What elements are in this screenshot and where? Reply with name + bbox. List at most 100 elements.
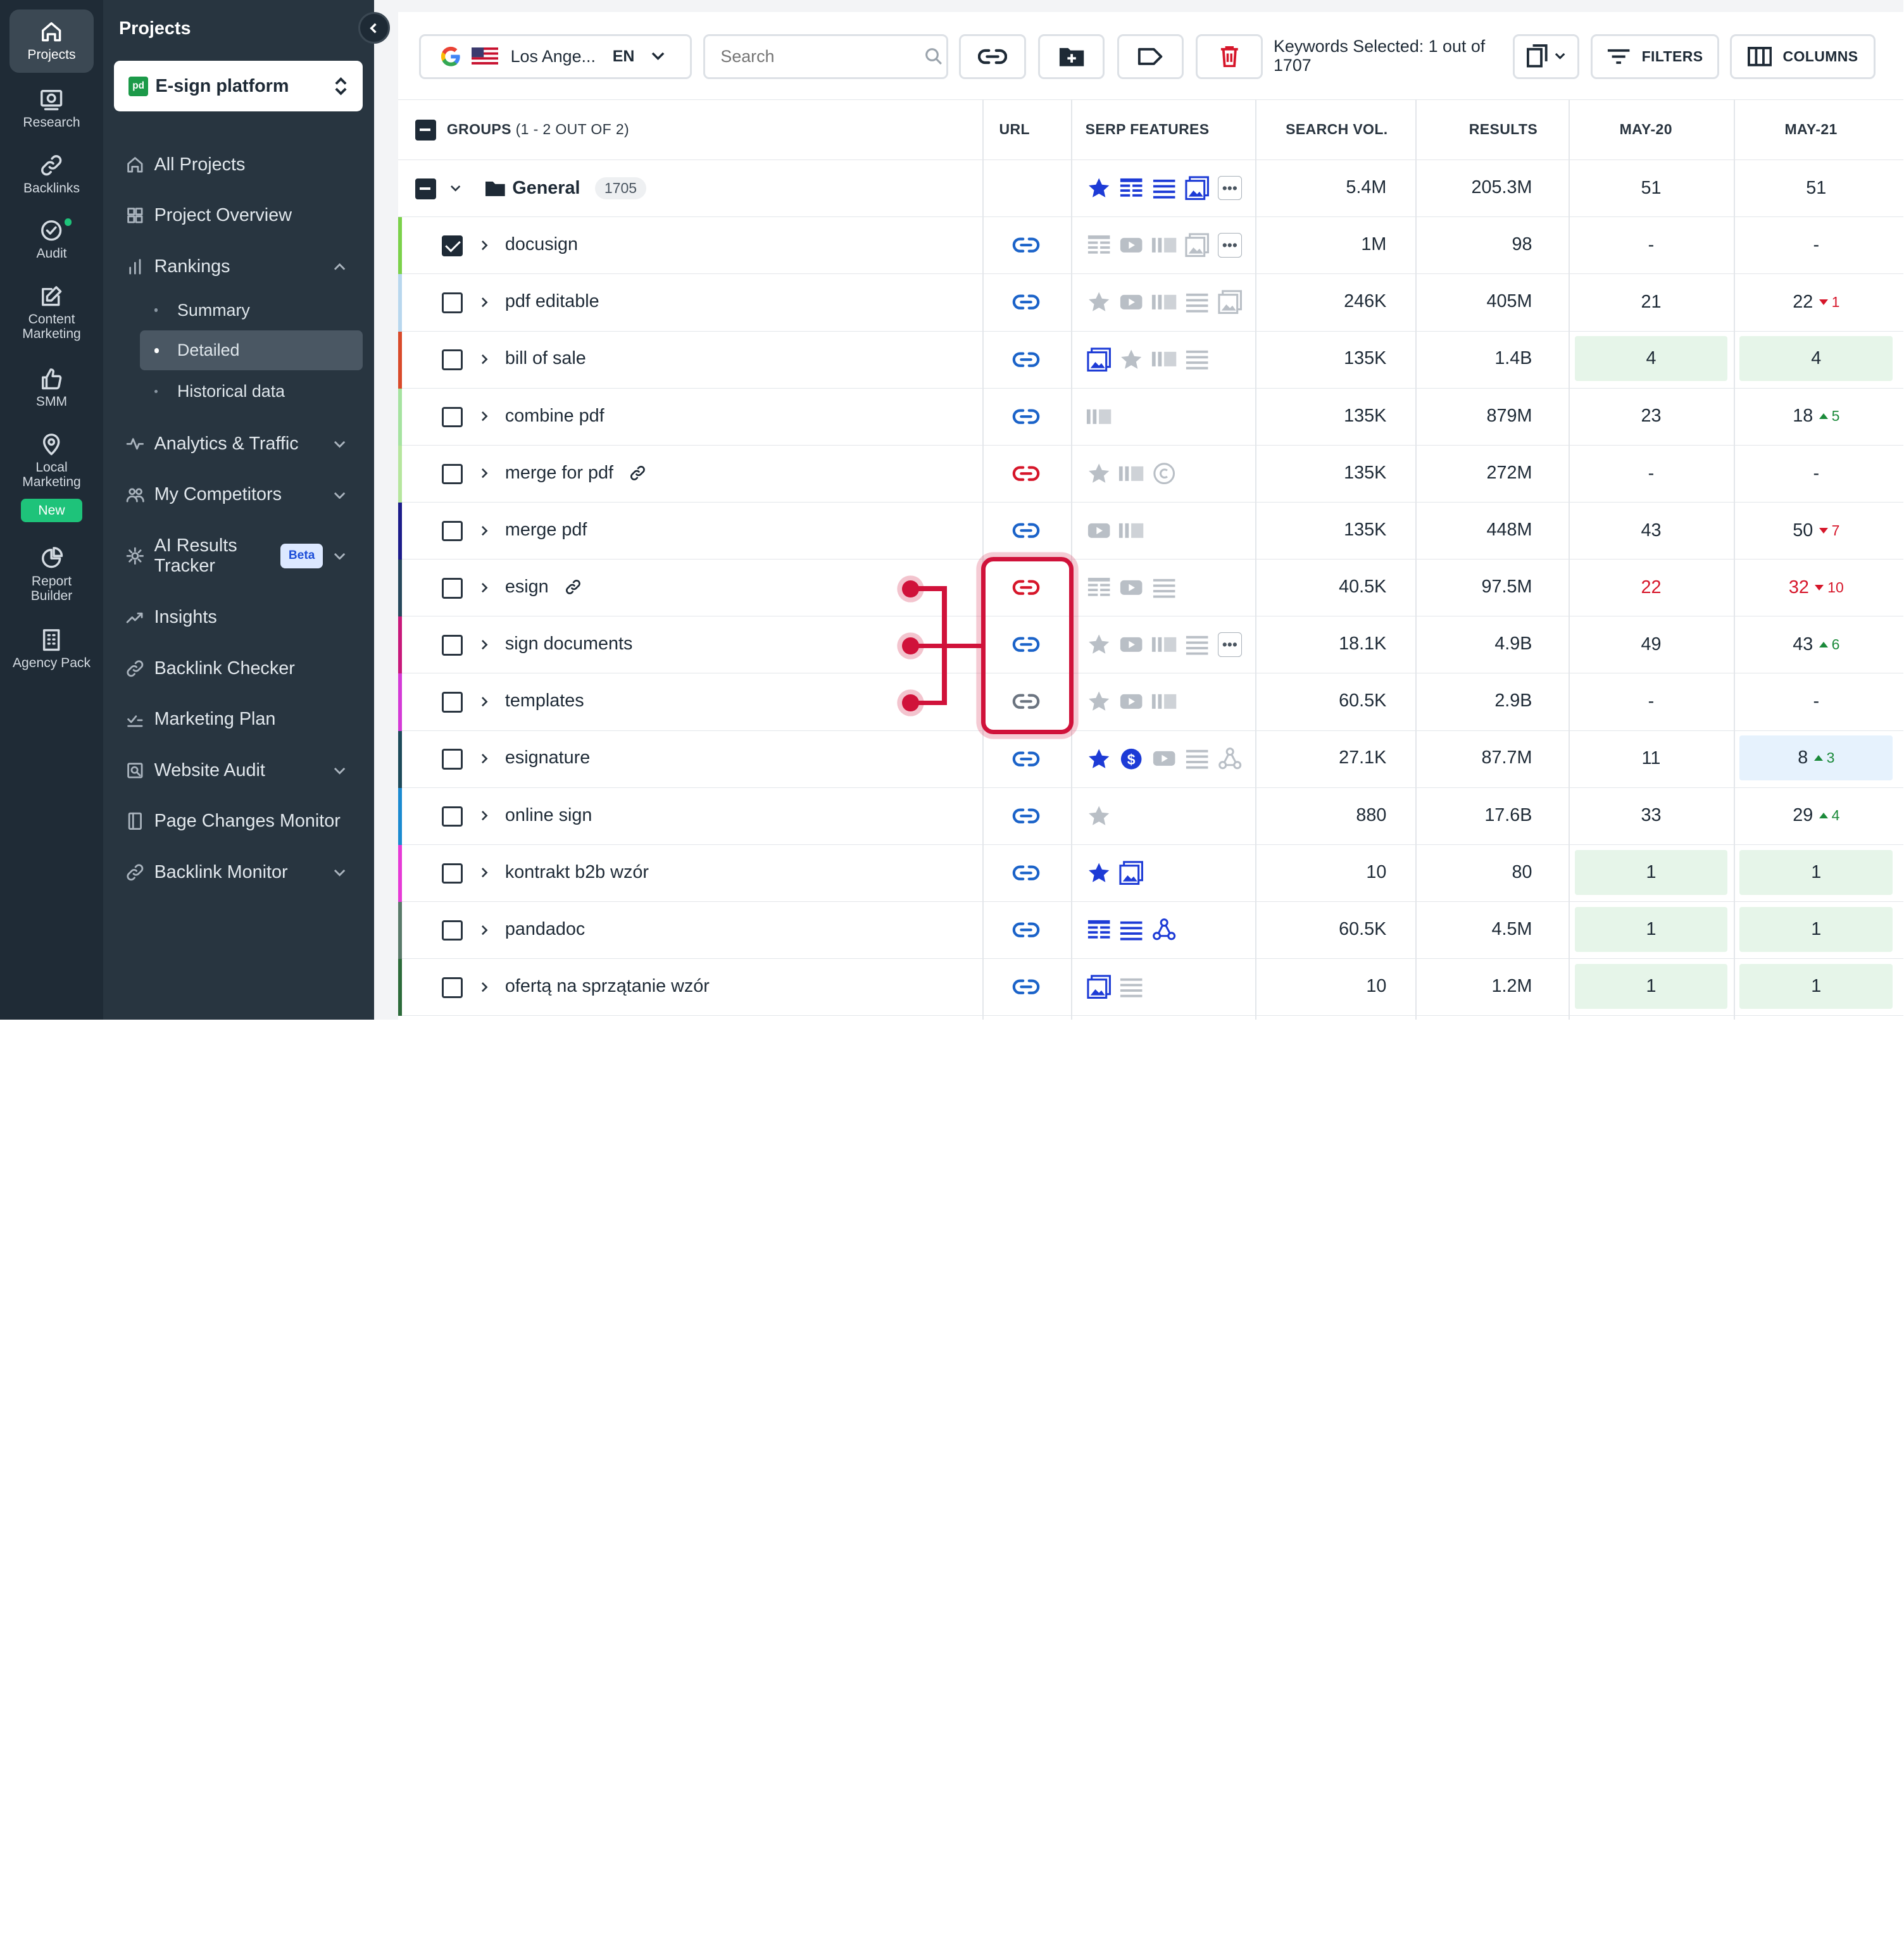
keyword-cell[interactable]: templates (505, 691, 584, 711)
ranking-url-link-icon[interactable] (1012, 518, 1041, 542)
ranking-url-link-icon[interactable] (1012, 290, 1041, 314)
rail-item-smm[interactable]: SMM (9, 357, 93, 413)
rail-item-projects[interactable]: Projects (9, 9, 94, 73)
sidebar-item-page-changes-monitor[interactable]: Page Changes Monitor (125, 811, 341, 832)
ranking-url-link-icon[interactable] (1012, 575, 1041, 599)
table-row[interactable]: templates 60.5K 2.9B - - (398, 673, 1904, 731)
sidebar-item-insights[interactable]: Insights (125, 607, 217, 628)
keyword-cell[interactable]: sign documents (505, 634, 632, 654)
table-row[interactable]: ofertą na sprzątanie wzór 10 1.2M 1 1 (398, 959, 1904, 1016)
keyword-cell[interactable]: bill of sale (505, 348, 586, 369)
chevron-right-icon[interactable] (479, 348, 491, 370)
chevron-right-icon[interactable] (479, 234, 491, 256)
row-checkbox[interactable] (442, 349, 463, 370)
sidebar-item-project-overview[interactable]: Project Overview (125, 205, 292, 226)
header-results[interactable]: RESULTS (1469, 121, 1538, 138)
sidebar-item-analytics-traffic[interactable]: Analytics & Traffic (125, 434, 299, 454)
row-checkbox[interactable] (442, 977, 463, 998)
keyword-cell[interactable]: esignature (505, 747, 590, 768)
chevron-down-icon[interactable] (334, 441, 346, 448)
row-checkbox[interactable] (442, 692, 463, 713)
keyword-cell[interactable]: pdf editable (505, 291, 599, 312)
keyword-cell[interactable]: esign (505, 577, 582, 597)
keyword-cell[interactable]: combine pdf (505, 406, 604, 427)
sidebar-item-rankings[interactable]: Rankings (125, 256, 230, 277)
row-checkbox[interactable] (442, 235, 463, 256)
chevron-right-icon[interactable] (479, 577, 491, 599)
row-checkbox[interactable] (442, 463, 463, 485)
row-checkbox[interactable] (442, 577, 463, 599)
subnav-summary[interactable]: Summary (140, 290, 363, 330)
table-row[interactable]: merge pdf 135K 448M 43 50 7 (398, 503, 1904, 560)
rail-item-content-marketing[interactable]: Content Marketing (9, 274, 93, 344)
chevron-right-icon[interactable] (479, 520, 491, 542)
row-checkbox[interactable] (442, 749, 463, 770)
collapse-sidebar-button[interactable] (358, 12, 390, 44)
chevron-right-icon[interactable] (479, 976, 491, 998)
copy-link-button[interactable] (959, 34, 1026, 79)
keyword-cell[interactable]: online sign (505, 805, 592, 826)
copy-menu-button[interactable] (1512, 34, 1580, 79)
keyword-cell[interactable]: merge for pdf (505, 463, 646, 484)
sidebar-item-ai-results-tracker[interactable]: AI Results Tracker (125, 535, 276, 577)
chevron-up-icon[interactable] (334, 263, 346, 271)
location-selector[interactable]: Los Ange... EN (418, 34, 692, 79)
header-serp-features[interactable]: SERP FEATURES (1086, 121, 1210, 138)
keyword-cell[interactable]: ofertą na sprzątanie wzór (505, 976, 710, 997)
chevron-down-icon[interactable] (334, 869, 346, 877)
ranking-url-link-icon[interactable] (1012, 461, 1041, 485)
rail-item-backlinks[interactable]: Backlinks (9, 143, 93, 199)
sidebar-item-all-projects[interactable]: All Projects (125, 154, 245, 175)
chevron-right-icon[interactable] (479, 291, 491, 313)
chevron-down-icon[interactable] (334, 767, 346, 775)
chevron-right-icon[interactable] (479, 634, 491, 656)
table-row[interactable]: kontrakt b2b wzór 10 80 1 1 (398, 844, 1904, 903)
table-row[interactable]: online sign 880 17.6B 33 29 4 (398, 787, 1904, 845)
ranking-url-link-icon[interactable] (1012, 689, 1041, 713)
chevron-right-icon[interactable] (479, 919, 491, 941)
chevron-right-icon[interactable] (479, 691, 491, 713)
chevron-right-icon[interactable] (479, 862, 491, 884)
table-row[interactable]: docusign ••• 1M 98 - - (398, 217, 1904, 275)
row-checkbox[interactable] (442, 635, 463, 656)
keyword-cell[interactable]: merge pdf (505, 520, 587, 541)
table-row[interactable]: esign 40.5K 97.5M 22 32 10 (398, 560, 1904, 617)
rail-item-local-marketing[interactable]: Local Marketing (9, 422, 93, 492)
row-checkbox[interactable] (442, 406, 463, 428)
group-checkbox[interactable] (415, 178, 436, 199)
table-row[interactable]: combine pdf 135K 879M 23 18 5 (398, 388, 1904, 446)
row-checkbox[interactable] (442, 920, 463, 941)
row-checkbox[interactable] (442, 520, 463, 542)
table-row[interactable]: bill of sale 135K 1.4B 4 4 (398, 331, 1904, 389)
table-row[interactable]: pandadoc 60.5K 4.5M 1 1 (398, 902, 1904, 960)
ranking-url-link-icon[interactable] (1012, 975, 1041, 999)
chevron-right-icon[interactable] (479, 463, 491, 485)
chevron-down-icon[interactable] (449, 177, 461, 199)
keyword-cell[interactable]: docusign (505, 234, 578, 255)
ranking-url-link-icon[interactable] (1012, 861, 1041, 885)
columns-button[interactable]: COLUMNS (1730, 34, 1876, 79)
more-serp-icon[interactable]: ••• (1217, 631, 1243, 658)
ranking-url-link-icon[interactable] (1012, 918, 1041, 942)
sidebar-item-backlink-monitor[interactable]: Backlink Monitor (125, 862, 288, 883)
rail-item-research[interactable]: Research (9, 78, 93, 134)
row-checkbox[interactable] (442, 292, 463, 313)
row-checkbox[interactable] (442, 806, 463, 827)
chevron-right-icon[interactable] (479, 406, 491, 428)
rail-item-agency-pack[interactable]: Agency Pack (9, 618, 93, 688)
filters-button[interactable]: FILTERS (1590, 34, 1719, 79)
ranking-url-link-icon[interactable] (1012, 804, 1041, 828)
ranking-url-link-icon[interactable] (1012, 632, 1041, 656)
search-input[interactable] (720, 46, 903, 66)
table-row[interactable]: sign documents ••• 18.1K 4.9B 49 43 6 (398, 616, 1904, 674)
chevron-right-icon[interactable] (479, 747, 491, 770)
header-date-1[interactable]: MAY-20 (1620, 121, 1672, 138)
header-date-2[interactable]: MAY-21 (1784, 121, 1837, 138)
chevron-right-icon[interactable] (479, 805, 491, 827)
keyword-cell[interactable]: pandadoc (505, 919, 585, 940)
add-to-folder-button[interactable] (1037, 34, 1105, 79)
subnav-detailed[interactable]: Detailed (139, 330, 363, 370)
search-box[interactable] (703, 34, 948, 79)
sidebar-item-my-competitors[interactable]: My Competitors (125, 484, 282, 505)
header-url[interactable]: URL (999, 121, 1030, 138)
